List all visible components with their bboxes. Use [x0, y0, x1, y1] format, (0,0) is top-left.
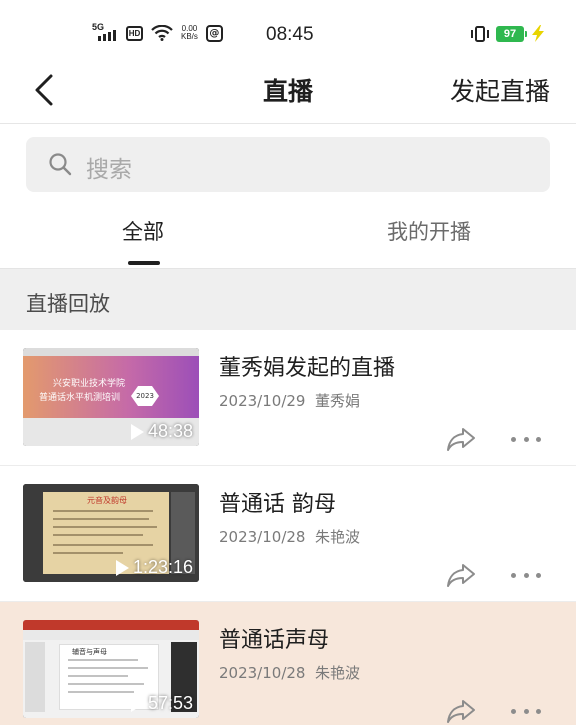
- thumbnail-line: 普通话水平机测培训: [39, 393, 121, 403]
- item-meta: 2023/10/28 朱艳波: [219, 662, 360, 683]
- list-item[interactable]: 元音及韵母 1:23:16 普通话 韵母 2023/10/28 朱艳波: [0, 466, 576, 602]
- more-icon[interactable]: [511, 570, 541, 580]
- video-thumbnail[interactable]: 元音及韵母 1:23:16: [23, 484, 199, 582]
- start-live-button[interactable]: 发起直播: [450, 72, 550, 108]
- item-date: 2023/10/28: [219, 528, 306, 546]
- item-date: 2023/10/29: [219, 392, 306, 410]
- section-header: 直播回放: [0, 268, 576, 330]
- search-icon: [49, 153, 72, 176]
- status-time: 08:45: [266, 24, 314, 45]
- network-speed: 0.00 KB/s: [181, 25, 198, 41]
- item-author: 朱艳波: [315, 528, 361, 546]
- item-meta: 2023/10/28 朱艳波: [219, 526, 360, 547]
- hd-icon: HD: [126, 25, 143, 41]
- video-duration: 1:23:16: [115, 557, 193, 578]
- network-speed-unit: KB/s: [181, 32, 198, 41]
- thumbnail-heading: 元音及韵母: [87, 496, 127, 505]
- list-item[interactable]: 辅音与声母 57:53 普通话声母 2023/10/28 朱艳波: [0, 602, 576, 725]
- play-icon: [130, 423, 144, 440]
- more-icon[interactable]: [511, 434, 541, 444]
- duration-text: 57:53: [147, 693, 193, 713]
- tab-my-streams[interactable]: 我的开播: [387, 216, 471, 246]
- share-icon[interactable]: [446, 426, 476, 452]
- tab-bar: 全部 我的开播: [0, 206, 576, 268]
- video-thumbnail[interactable]: 辅音与声母 57:53: [23, 620, 199, 718]
- search-placeholder: 搜索: [86, 157, 132, 183]
- list-item[interactable]: 兴安职业技术学院 普通话水平机测培训 2023 48:38 董秀娟发起的直播 2…: [0, 330, 576, 466]
- item-author: 董秀娟: [315, 392, 361, 410]
- more-icon[interactable]: [511, 706, 541, 716]
- section-title: 直播回放: [26, 292, 110, 316]
- share-icon[interactable]: [446, 698, 476, 724]
- at-icon: @: [205, 24, 223, 42]
- item-title: 董秀娟发起的直播: [219, 356, 396, 381]
- wifi-icon: [151, 25, 173, 41]
- thumbnail-heading: 辅音与声母: [72, 648, 107, 656]
- vibrate-icon: [471, 25, 489, 42]
- nav-header: 直播 发起直播: [0, 64, 576, 124]
- video-duration: 57:53: [130, 693, 193, 714]
- signal-icon: 5G: [92, 22, 118, 42]
- duration-text: 1:23:16: [132, 557, 193, 577]
- status-right-icons: 97: [470, 25, 546, 42]
- duration-text: 48:38: [147, 421, 193, 441]
- video-duration: 48:38: [130, 421, 193, 442]
- status-bar: 5G HD 0.00 KB/s @ 08:45 97: [0, 0, 576, 64]
- search-input[interactable]: 搜索: [26, 137, 550, 192]
- thumbnail-line: 兴安职业技术学院: [53, 379, 126, 389]
- item-author: 朱艳波: [315, 664, 361, 682]
- status-left-icons: 5G HD 0.00 KB/s @: [92, 22, 223, 42]
- share-icon[interactable]: [446, 562, 476, 588]
- play-icon: [130, 695, 144, 712]
- video-thumbnail[interactable]: 兴安职业技术学院 普通话水平机测培训 2023 48:38: [23, 348, 199, 446]
- item-title: 普通话声母: [219, 628, 330, 653]
- battery-icon: 97: [496, 25, 527, 42]
- tab-all[interactable]: 全部: [122, 216, 164, 246]
- item-title: 普通话 韵母: [219, 492, 336, 517]
- item-date: 2023/10/28: [219, 664, 306, 682]
- play-icon: [115, 559, 129, 576]
- item-meta: 2023/10/29 董秀娟: [219, 390, 360, 411]
- thumbnail-badge: 2023: [131, 386, 159, 406]
- tab-indicator: [128, 261, 160, 265]
- charging-bolt-icon: [532, 25, 544, 42]
